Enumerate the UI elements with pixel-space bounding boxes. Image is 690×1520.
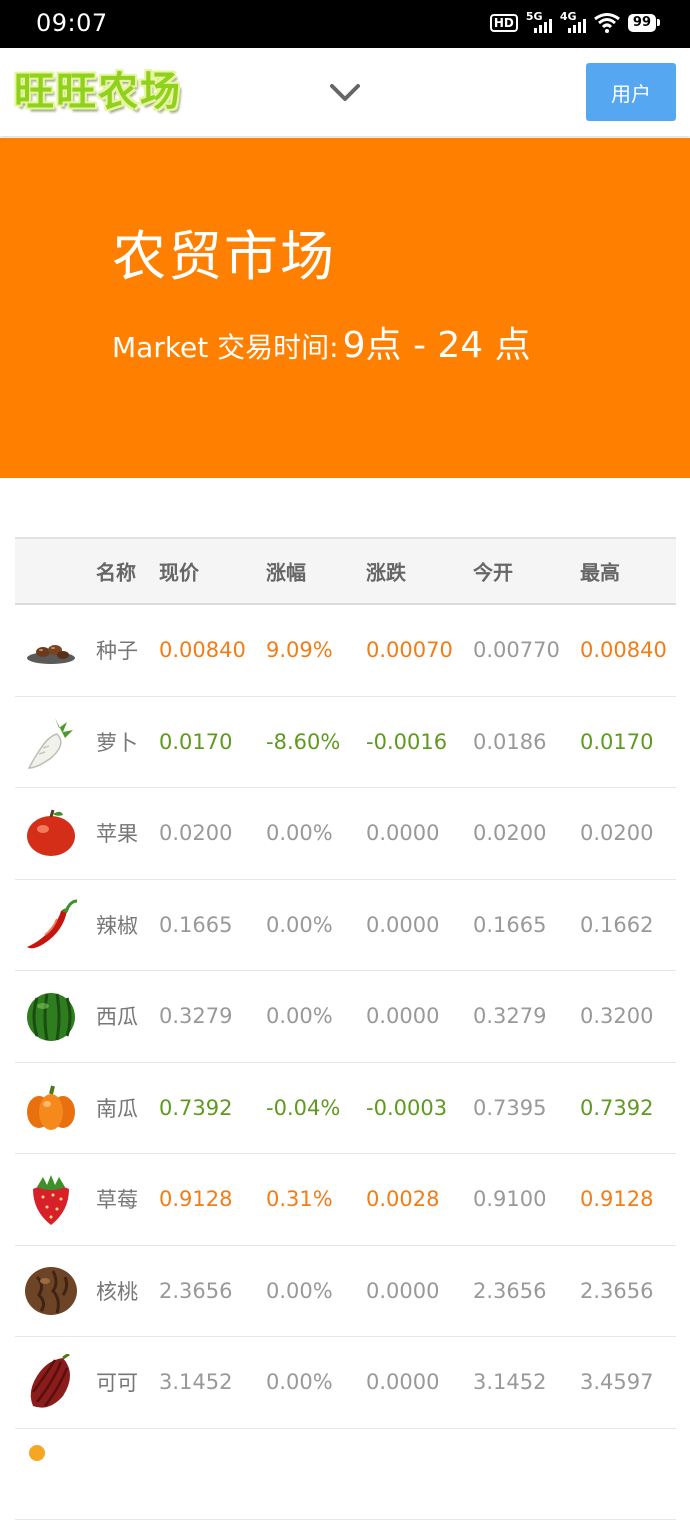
item-name: 草莓 (96, 1184, 138, 1214)
item-open: 0.7395 (473, 1096, 546, 1120)
item-high: 2.3656 (580, 1279, 653, 1303)
item-change: 0.00% (266, 1370, 333, 1394)
header-high[interactable]: 最高 (580, 557, 620, 586)
item-diff: 0.0000 (366, 821, 439, 845)
item-open: 0.1665 (473, 913, 546, 937)
app-logo[interactable]: 旺旺农场 (14, 66, 182, 118)
item-diff: 0.0000 (366, 1370, 439, 1394)
item-diff: 0.0000 (366, 1004, 439, 1028)
item-open: 0.00770 (473, 638, 560, 662)
item-open: 0.0186 (473, 730, 546, 754)
table-row[interactable]: 南瓜 0.7392 -0.04% -0.0003 0.7395 0.7392 (15, 1063, 676, 1155)
item-high: 0.00840 (580, 638, 667, 662)
user-button[interactable]: 用户 (586, 63, 676, 121)
trading-hours-value: 9点 - 24 点 (343, 316, 531, 368)
item-high: 0.9128 (580, 1187, 653, 1211)
apple-icon (23, 805, 79, 861)
signal-5g-icon: 5G (526, 12, 552, 34)
table-row[interactable]: 草莓 0.9128 0.31% 0.0028 0.9100 0.9128 (15, 1154, 676, 1246)
radish-icon (23, 714, 79, 770)
table-row[interactable]: 核桃 2.3656 0.00% 0.0000 2.3656 2.3656 (15, 1246, 676, 1338)
item-name: 可可 (96, 1367, 138, 1397)
table-row[interactable]: 可可 3.1452 0.00% 0.0000 3.1452 3.4597 (15, 1337, 676, 1429)
table-row[interactable] (15, 1429, 676, 1520)
status-bar: 09:07 HD 5G 4G 99 (0, 0, 690, 48)
walnut-icon (23, 1263, 79, 1319)
item-open: 0.9100 (473, 1187, 546, 1211)
item-price: 2.3656 (159, 1279, 232, 1303)
item-high: 0.7392 (580, 1096, 653, 1120)
item-price: 0.1665 (159, 913, 232, 937)
seed-icon (23, 622, 79, 678)
item-change: 0.00% (266, 913, 333, 937)
item-change: -0.04% (266, 1096, 340, 1120)
item-diff: 0.0000 (366, 913, 439, 937)
item-change: 0.31% (266, 1187, 333, 1211)
trading-hours-label: Market 交易时间: (112, 326, 339, 366)
item-name: 西瓜 (96, 1001, 138, 1031)
watermelon-icon (23, 988, 79, 1044)
header-name[interactable]: 名称 (96, 557, 136, 586)
item-open: 0.3279 (473, 1004, 546, 1028)
battery-icon: 99 (628, 14, 656, 32)
header-price[interactable]: 现价 (159, 557, 199, 586)
item-open: 2.3656 (473, 1279, 546, 1303)
signal-4g-icon: 4G (560, 12, 586, 34)
header-open[interactable]: 今开 (473, 557, 513, 586)
item-price: 0.00840 (159, 638, 246, 662)
item-change: -8.60% (266, 730, 340, 754)
next-item-icon (23, 1443, 79, 1499)
header-diff[interactable]: 涨跌 (366, 557, 406, 586)
item-price: 0.9128 (159, 1187, 232, 1211)
item-change: 0.00% (266, 1004, 333, 1028)
item-price: 0.0170 (159, 730, 232, 754)
app-header: 旺旺农场 用户 (0, 48, 690, 136)
hd-icon: HD (490, 14, 518, 32)
item-price: 3.1452 (159, 1370, 232, 1394)
trading-hours: Market 交易时间: 9点 - 24 点 (112, 316, 531, 368)
wifi-icon (594, 13, 620, 33)
header-change[interactable]: 涨幅 (266, 557, 306, 586)
item-diff: 0.0028 (366, 1187, 439, 1211)
item-name: 苹果 (96, 818, 138, 848)
item-price: 0.7392 (159, 1096, 232, 1120)
item-change: 0.00% (266, 821, 333, 845)
item-high: 0.1662 (580, 913, 653, 937)
chevron-down-icon[interactable] (330, 78, 360, 108)
item-high: 3.4597 (580, 1370, 653, 1394)
table-row[interactable]: 辣椒 0.1665 0.00% 0.0000 0.1665 0.1662 (15, 880, 676, 972)
item-price: 0.3279 (159, 1004, 232, 1028)
item-name: 萝卜 (96, 727, 138, 757)
item-diff: 0.0000 (366, 1279, 439, 1303)
item-price: 0.0200 (159, 821, 232, 845)
item-change: 0.00% (266, 1279, 333, 1303)
page-title: 农贸市场 (112, 212, 336, 291)
item-diff: 0.00070 (366, 638, 453, 662)
status-icons: HD 5G 4G 99 (490, 11, 656, 35)
item-name: 南瓜 (96, 1093, 138, 1123)
market-table: 名称 现价 涨幅 涨跌 今开 最高 种子 0.00840 9.09% 0.000… (15, 537, 676, 1520)
table-row[interactable]: 苹果 0.0200 0.00% 0.0000 0.0200 0.0200 (15, 788, 676, 880)
item-diff: -0.0016 (366, 730, 447, 754)
table-row[interactable]: 西瓜 0.3279 0.00% 0.0000 0.3279 0.3200 (15, 971, 676, 1063)
item-open: 0.0200 (473, 821, 546, 845)
pumpkin-icon (23, 1080, 79, 1136)
chili-icon (23, 897, 79, 953)
item-name: 种子 (96, 635, 138, 665)
item-open: 3.1452 (473, 1370, 546, 1394)
item-name: 辣椒 (96, 910, 138, 940)
market-banner: 农贸市场 Market 交易时间: 9点 - 24 点 (0, 138, 690, 478)
item-high: 0.0170 (580, 730, 653, 754)
item-change: 9.09% (266, 638, 333, 662)
item-high: 0.3200 (580, 1004, 653, 1028)
cacao-icon (23, 1354, 79, 1410)
item-name: 核桃 (96, 1276, 138, 1306)
item-high: 0.0200 (580, 821, 653, 845)
strawberry-icon (23, 1171, 79, 1227)
status-time: 09:07 (36, 9, 108, 37)
table-row[interactable]: 萝卜 0.0170 -8.60% -0.0016 0.0186 0.0170 (15, 697, 676, 789)
table-header: 名称 现价 涨幅 涨跌 今开 最高 (15, 537, 676, 605)
table-row[interactable]: 种子 0.00840 9.09% 0.00070 0.00770 0.00840 (15, 605, 676, 697)
item-diff: -0.0003 (366, 1096, 447, 1120)
